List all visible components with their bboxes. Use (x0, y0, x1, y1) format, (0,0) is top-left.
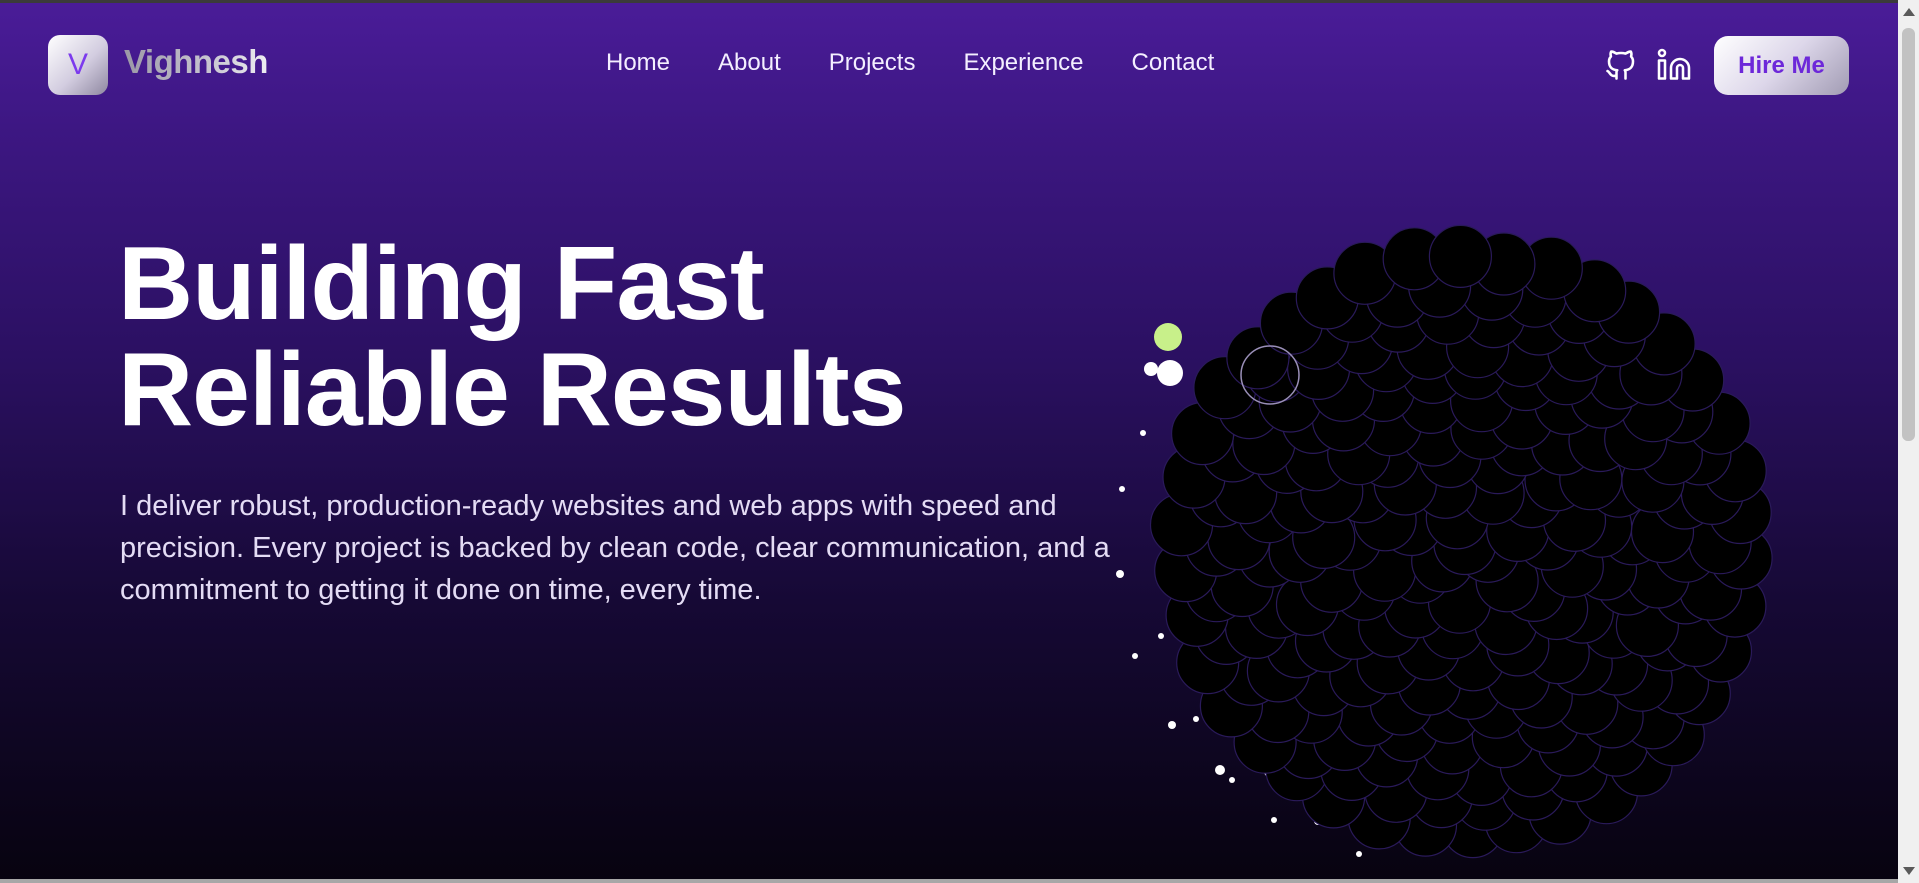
sphere-particle (1428, 224, 1492, 289)
hero-title-line-2: Reliable Results (118, 332, 906, 448)
floating-particle (1116, 570, 1124, 578)
scroll-down-arrow-icon[interactable] (1903, 867, 1915, 875)
nav-about[interactable]: About (718, 49, 781, 77)
hero-title-line-1: Building Fast (118, 226, 765, 342)
floating-particle (1229, 777, 1235, 783)
nav-menu: Home About Projects Experience Contact (606, 49, 1214, 77)
hero-description: I deliver robust, production-ready websi… (120, 490, 1110, 606)
nav-contact[interactable]: Contact (1132, 49, 1215, 77)
floating-particle (1215, 765, 1225, 775)
particle-sphere[interactable] (1110, 143, 1810, 873)
floating-particle (1271, 817, 1277, 823)
navbar: V Vighnesh Home About Projects Experienc… (0, 3, 1898, 123)
floating-particle (1140, 430, 1146, 436)
logo-badge[interactable]: V (48, 35, 108, 95)
nav-experience[interactable]: Experience (963, 49, 1083, 77)
page: V Vighnesh Home About Projects Experienc… (0, 0, 1898, 883)
scroll-up-arrow-icon[interactable] (1903, 8, 1915, 16)
bottom-edge (0, 879, 1898, 883)
nav-projects[interactable]: Projects (829, 49, 916, 77)
floating-particle (1119, 486, 1125, 492)
logo-letter: V (67, 48, 88, 81)
hero-title: Building Fast Reliable Results (118, 226, 906, 448)
brand-name[interactable]: Vighnesh (124, 43, 268, 81)
floating-particle (1356, 851, 1362, 857)
floating-particle (1144, 362, 1158, 376)
floating-particle (1157, 360, 1183, 386)
floating-particle (1158, 633, 1164, 639)
hire-me-button[interactable]: Hire Me (1714, 36, 1849, 95)
scrollbar-thumb[interactable] (1902, 28, 1915, 441)
vertical-scrollbar[interactable] (1898, 0, 1919, 883)
floating-particle (1168, 721, 1176, 729)
green-particle (1154, 323, 1182, 351)
linkedin-icon[interactable] (1656, 47, 1692, 83)
nav-home[interactable]: Home (606, 49, 670, 77)
github-icon[interactable] (1603, 47, 1639, 83)
floating-particle (1132, 653, 1138, 659)
floating-particle (1193, 716, 1199, 722)
